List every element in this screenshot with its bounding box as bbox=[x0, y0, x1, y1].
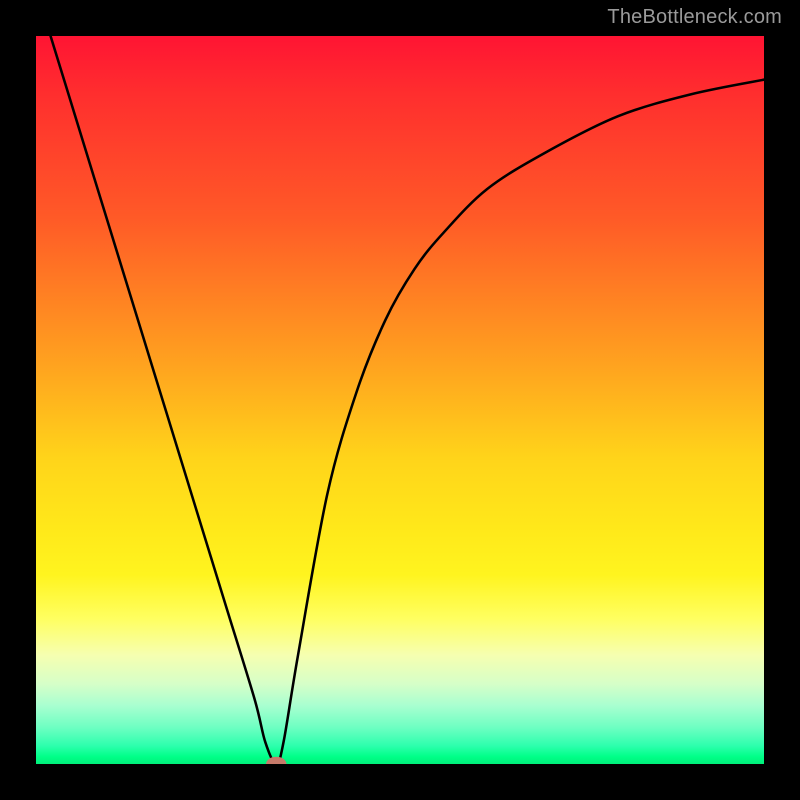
plot-area bbox=[36, 36, 764, 764]
bottleneck-curve bbox=[51, 36, 764, 764]
curve-layer bbox=[36, 36, 764, 764]
minimum-point-marker bbox=[266, 757, 286, 764]
watermark-text: TheBottleneck.com bbox=[607, 6, 782, 29]
chart-frame: TheBottleneck.com bbox=[0, 0, 800, 800]
